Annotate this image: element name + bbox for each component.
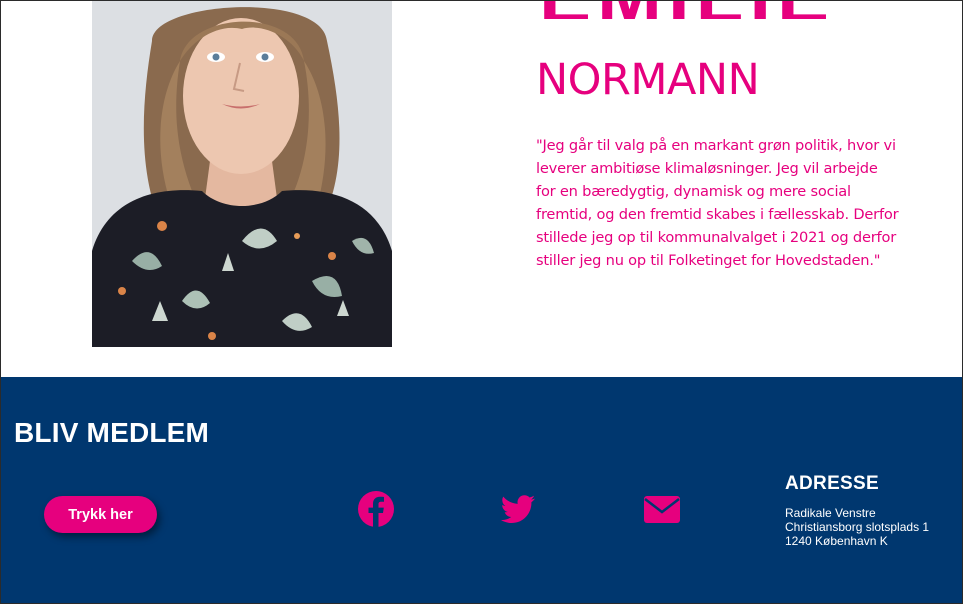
first-name-heading: EMILIE	[539, 1, 901, 19]
address-title: ADRESSE	[785, 473, 879, 494]
address-line: Radikale Venstre	[785, 506, 876, 520]
address-block: ADRESSE Radikale Venstre Christiansborg …	[785, 473, 929, 548]
facebook-icon[interactable]	[356, 489, 396, 529]
quote-line: fremtid, og den fremtid skabes i fælless…	[536, 206, 899, 223]
first-name-text: EMILIE	[539, 1, 835, 19]
candidate-section: EMILIE NORMANN "Jeg går til valg på en m…	[1, 1, 962, 377]
candidate-portrait	[92, 1, 392, 347]
page: EMILIE NORMANN "Jeg går til valg på en m…	[0, 0, 963, 604]
candidate-quote: "Jeg går til valg på en markant grøn pol…	[536, 134, 926, 272]
quote-line: for en bæredygtig, dynamisk og mere soci…	[536, 183, 851, 200]
address-line: 1240 København K	[785, 534, 888, 548]
quote-line: "Jeg går til valg på en markant grøn pol…	[536, 137, 896, 154]
footer: BLIV MEDLEM Trykk her ADRESSE Radikale V…	[1, 377, 962, 603]
quote-line: leverer ambitiøse klimaløsninger. Jeg vi…	[536, 160, 878, 177]
address-line: Christiansborg slotsplads 1	[785, 520, 930, 534]
twitter-icon[interactable]	[498, 489, 538, 529]
portrait-illustration	[92, 1, 392, 347]
email-icon[interactable]	[642, 489, 682, 529]
quote-line: stiller jeg nu op til Folketinget for Ho…	[536, 252, 881, 269]
join-button[interactable]: Trykk her	[44, 496, 157, 533]
last-name-heading: NORMANN	[536, 55, 760, 105]
footer-title: BLIV MEDLEM	[14, 417, 210, 448]
quote-line: stillede jeg op til kommunalvalget i 202…	[536, 229, 897, 246]
